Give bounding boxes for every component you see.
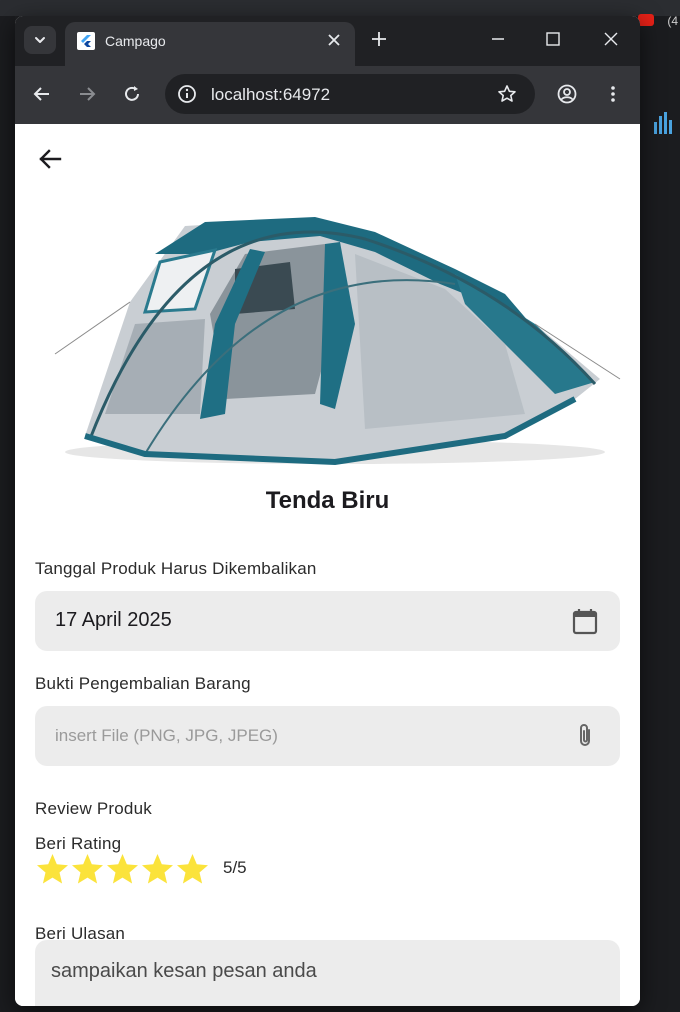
new-tab-icon[interactable] [371, 31, 387, 47]
forward-nav-icon[interactable] [77, 84, 97, 104]
star-rating[interactable] [35, 852, 210, 886]
audio-bars-icon [654, 112, 674, 134]
proof-file-field[interactable]: insert File (PNG, JPG, JPEG) [35, 706, 620, 766]
close-window-icon[interactable] [603, 31, 619, 47]
proof-file-placeholder: insert File (PNG, JPG, JPEG) [55, 726, 278, 745]
review-section-label: Review Produk [35, 799, 152, 818]
site-info-icon[interactable] [177, 84, 197, 104]
comment-placeholder: sampaikan kesan pesan anda [51, 960, 317, 982]
youtube-icon [638, 14, 654, 26]
desktop-top-strip [0, 0, 680, 16]
paperclip-icon[interactable] [570, 721, 600, 751]
rating-value-text: 5/5 [223, 858, 247, 877]
tab-campago[interactable]: Campago [65, 22, 355, 66]
calendar-icon[interactable] [570, 606, 600, 636]
menu-kebab-icon[interactable] [603, 84, 623, 104]
browser-titlebar: Campago [15, 16, 640, 66]
tab-search-button[interactable] [24, 26, 56, 54]
star-icon[interactable] [35, 852, 70, 886]
maximize-icon[interactable] [545, 31, 561, 47]
star-icon[interactable] [175, 852, 210, 886]
notification-count: (4 [667, 14, 678, 28]
background-editor-bottom [0, 1006, 680, 1012]
star-icon[interactable] [70, 852, 105, 886]
proof-label: Bukti Pengembalian Barang [35, 674, 251, 693]
reload-icon[interactable] [122, 84, 142, 104]
return-product-page: Tenda Biru Tanggal Produk Harus Dikembal… [15, 124, 640, 1006]
rating-label: Beri Rating [35, 834, 122, 853]
product-title: Tenda Biru [265, 487, 390, 514]
profile-icon[interactable] [557, 84, 577, 104]
flutter-favicon-icon [77, 32, 95, 50]
tab-title: Campago [105, 33, 166, 49]
close-tab-icon[interactable] [327, 33, 341, 47]
comment-input[interactable]: sampaikan kesan pesan anda [35, 940, 620, 1006]
return-date-value: 17 April 2025 [55, 609, 172, 631]
address-bar[interactable]: localhost:64972 [165, 74, 535, 114]
back-arrow-icon[interactable] [37, 146, 63, 172]
star-icon[interactable] [140, 852, 175, 886]
browser-toolbar: localhost:64972 [15, 66, 640, 124]
background-editor-right [640, 16, 680, 1012]
return-date-field[interactable]: 17 April 2025 [35, 591, 620, 651]
browser-window: Campago localhost:64972 Tenda Biru Tangg… [15, 16, 640, 1006]
minimize-icon[interactable] [490, 31, 506, 47]
back-nav-icon[interactable] [32, 84, 52, 104]
background-editor-left [0, 16, 15, 1012]
bookmark-star-icon[interactable] [497, 84, 517, 104]
url-text: localhost:64972 [211, 85, 331, 104]
chevron-down-icon [35, 37, 45, 43]
return-date-label: Tanggal Produk Harus Dikembalikan [35, 559, 317, 578]
tent-image [54, 217, 621, 466]
star-icon[interactable] [105, 852, 140, 886]
